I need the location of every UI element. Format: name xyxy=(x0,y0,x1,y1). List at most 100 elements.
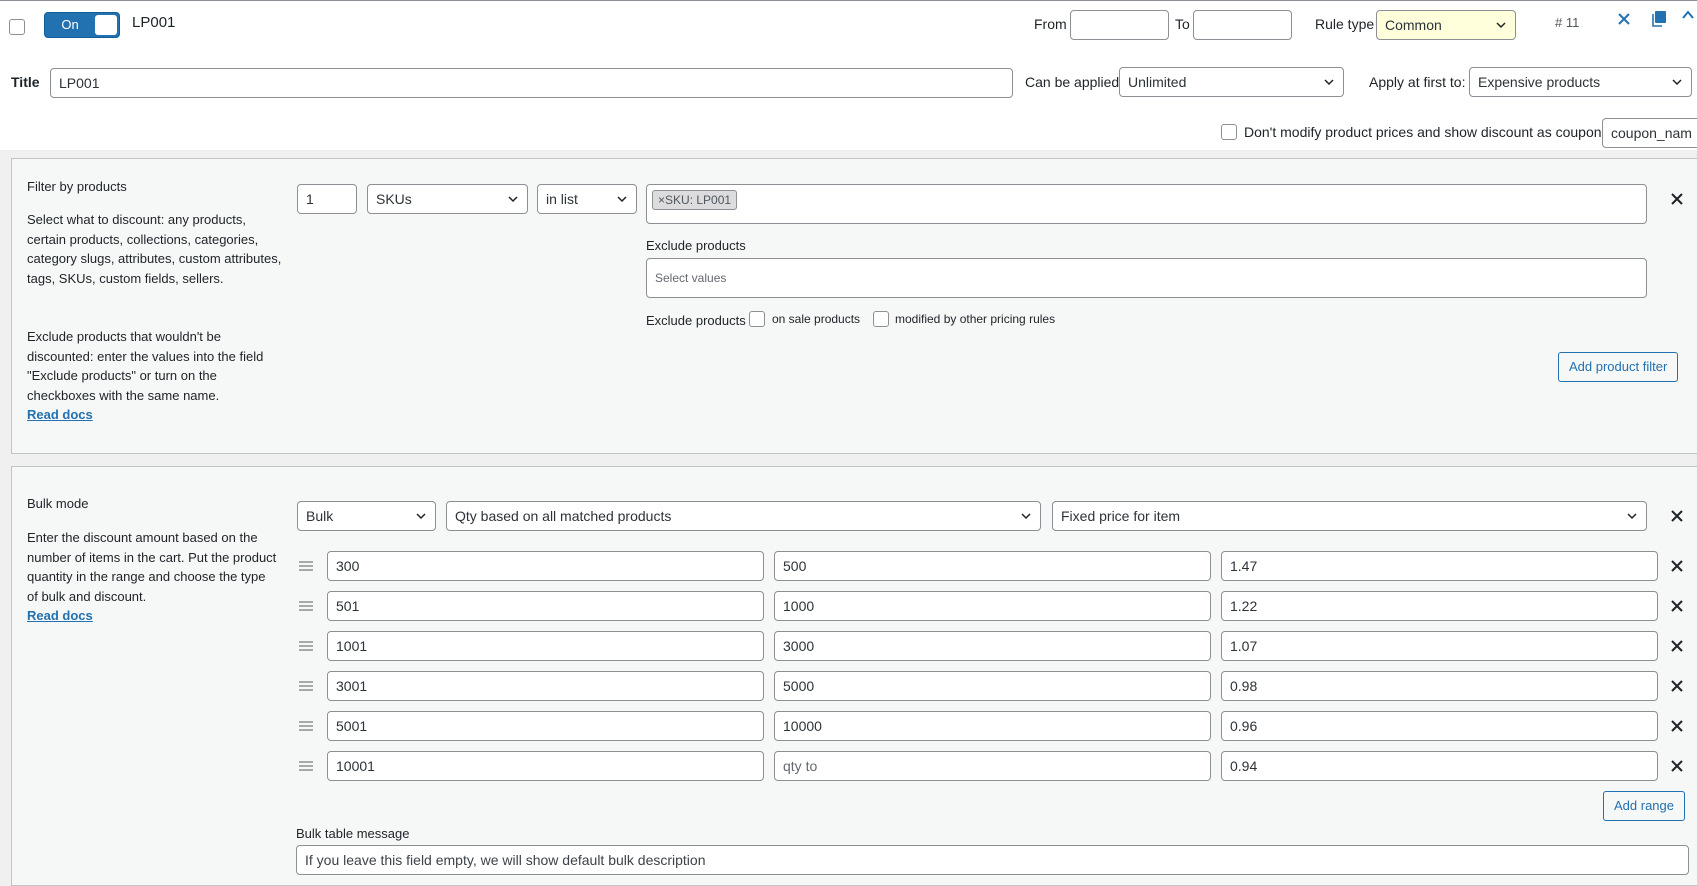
rule-select-checkbox[interactable] xyxy=(9,19,25,35)
range-from-input[interactable]: 5001 xyxy=(327,711,764,741)
rule-type-value: Common xyxy=(1385,17,1442,33)
range-value-input[interactable]: 0.98 xyxy=(1221,671,1658,701)
to-label: To xyxy=(1175,16,1190,32)
date-from-input[interactable] xyxy=(1070,10,1169,40)
apply-first-select[interactable]: Expensive products xyxy=(1469,67,1692,97)
tag-label: SKU: LP001 xyxy=(665,193,732,207)
can-be-applied-select[interactable]: Unlimited xyxy=(1119,67,1344,97)
toggle-label: On xyxy=(61,17,79,32)
remove-range-icon[interactable] xyxy=(1671,720,1683,732)
bulk-read-docs-wrap: Read docs xyxy=(27,606,93,626)
add-range-button[interactable]: Add range xyxy=(1603,791,1685,821)
range-from-input[interactable]: 300 xyxy=(327,551,764,581)
exclude-products-input[interactable]: Select values xyxy=(646,258,1647,298)
apply-first-label: Apply at first to: xyxy=(1369,74,1466,90)
range-value-input[interactable]: 1.22 xyxy=(1221,591,1658,621)
title-input[interactable]: LP001 xyxy=(50,68,1013,98)
toggle-knob xyxy=(95,15,117,35)
filter-method-select[interactable]: in list xyxy=(537,184,637,214)
discount-type-value: Fixed price for item xyxy=(1061,508,1181,524)
can-be-applied-label: Can be applied xyxy=(1025,74,1120,90)
date-to-input[interactable] xyxy=(1193,10,1292,40)
chevron-down-icon xyxy=(416,513,426,520)
range-to-input[interactable]: 1000 xyxy=(774,591,1211,621)
chevron-up-icon[interactable] xyxy=(1682,10,1694,20)
chevron-down-icon xyxy=(1324,79,1334,86)
bulk-message-label: Bulk table message xyxy=(296,826,410,841)
range-from-input[interactable]: 10001 xyxy=(327,751,764,781)
bulk-message-input[interactable]: If you leave this field empty, we will s… xyxy=(296,845,1689,875)
bulk-description: Enter the discount amount based on the n… xyxy=(27,530,277,604)
chevron-down-icon xyxy=(617,196,627,203)
chevron-down-icon xyxy=(1021,513,1031,520)
bulk-mode-select[interactable]: Bulk xyxy=(297,501,436,531)
chevron-down-icon xyxy=(1672,79,1682,86)
modified-by-rules-checkbox[interactable] xyxy=(873,311,889,327)
on-sale-label: on sale products xyxy=(772,312,861,326)
exclude-products-label: Exclude products xyxy=(646,238,746,253)
range-from-input[interactable]: 1001 xyxy=(327,631,764,661)
remove-range-icon[interactable] xyxy=(1671,760,1683,772)
range-from-input[interactable]: 3001 xyxy=(327,671,764,701)
copy-icon[interactable] xyxy=(1652,11,1666,27)
qty-basis-select[interactable]: Qty based on all matched products xyxy=(446,501,1041,531)
range-to-input[interactable]: 10000 xyxy=(774,711,1211,741)
range-value-input[interactable]: 0.94 xyxy=(1221,751,1658,781)
exclude-description: Exclude products that wouldn't be discou… xyxy=(27,329,264,403)
rule-type-label: Rule type xyxy=(1315,16,1375,32)
from-label: From xyxy=(1034,16,1067,32)
title-label: Title xyxy=(11,74,40,90)
coupon-mode-label: Don't modify product prices and show dis… xyxy=(1244,124,1602,140)
range-to-input[interactable]: qty to xyxy=(774,751,1211,781)
remove-filter-icon[interactable] xyxy=(1671,193,1683,205)
remove-range-icon[interactable] xyxy=(1671,560,1683,572)
close-icon[interactable] xyxy=(1618,13,1630,25)
rule-number: # 11 xyxy=(1555,15,1580,30)
remove-range-icon[interactable] xyxy=(1671,600,1683,612)
remove-bulk-icon[interactable] xyxy=(1671,510,1683,522)
range-value-input[interactable]: 1.07 xyxy=(1221,631,1658,661)
filter-method-value: in list xyxy=(546,191,578,207)
exclude-checks-label: Exclude products xyxy=(646,313,746,328)
bulk-read-docs-link[interactable]: Read docs xyxy=(27,608,93,623)
range-to-input[interactable]: 3000 xyxy=(774,631,1211,661)
rule-type-select[interactable]: Common xyxy=(1376,10,1516,40)
discount-type-select[interactable]: Fixed price for item xyxy=(1052,501,1647,531)
chevron-down-icon xyxy=(508,196,518,203)
coupon-mode-checkbox[interactable] xyxy=(1221,124,1237,140)
bulk-mode-value: Bulk xyxy=(306,508,334,524)
bulk-heading: Bulk mode xyxy=(27,496,89,511)
tag-remove-icon[interactable]: × xyxy=(658,193,665,207)
filter-type-value: SKUs xyxy=(376,191,412,207)
filter-qty-input[interactable]: 1 xyxy=(297,184,357,214)
apply-first-value: Expensive products xyxy=(1478,74,1601,90)
drag-handle-icon[interactable] xyxy=(299,561,313,571)
drag-handle-icon[interactable] xyxy=(299,721,313,731)
modified-by-rules-label: modified by other pricing rules xyxy=(895,312,1056,326)
coupon-name-input[interactable]: coupon_nam xyxy=(1602,118,1697,148)
sku-tag: ×SKU: LP001 xyxy=(652,190,738,210)
add-product-filter-button[interactable]: Add product filter xyxy=(1558,352,1679,382)
filter-heading: Filter by products xyxy=(27,179,127,194)
drag-handle-icon[interactable] xyxy=(299,681,313,691)
range-to-input[interactable]: 500 xyxy=(774,551,1211,581)
filter-values-input[interactable] xyxy=(646,184,1647,224)
range-to-input[interactable]: 5000 xyxy=(774,671,1211,701)
can-be-applied-value: Unlimited xyxy=(1128,74,1187,90)
range-value-input[interactable]: 1.47 xyxy=(1221,551,1658,581)
range-value-input[interactable]: 0.96 xyxy=(1221,711,1658,741)
drag-handle-icon[interactable] xyxy=(299,601,313,611)
filter-description: Select what to discount: any products, c… xyxy=(27,212,282,286)
on-sale-checkbox[interactable] xyxy=(749,311,765,327)
rule-enabled-toggle[interactable]: On xyxy=(44,12,120,38)
drag-handle-icon[interactable] xyxy=(299,641,313,651)
range-from-input[interactable]: 501 xyxy=(327,591,764,621)
rule-name: LP001 xyxy=(132,14,176,31)
filter-read-docs-link[interactable]: Read docs xyxy=(27,407,93,422)
qty-basis-value: Qty based on all matched products xyxy=(455,508,672,524)
chevron-down-icon xyxy=(1627,513,1637,520)
filter-type-select[interactable]: SKUs xyxy=(367,184,528,214)
drag-handle-icon[interactable] xyxy=(299,761,313,771)
remove-range-icon[interactable] xyxy=(1671,680,1683,692)
remove-range-icon[interactable] xyxy=(1671,640,1683,652)
